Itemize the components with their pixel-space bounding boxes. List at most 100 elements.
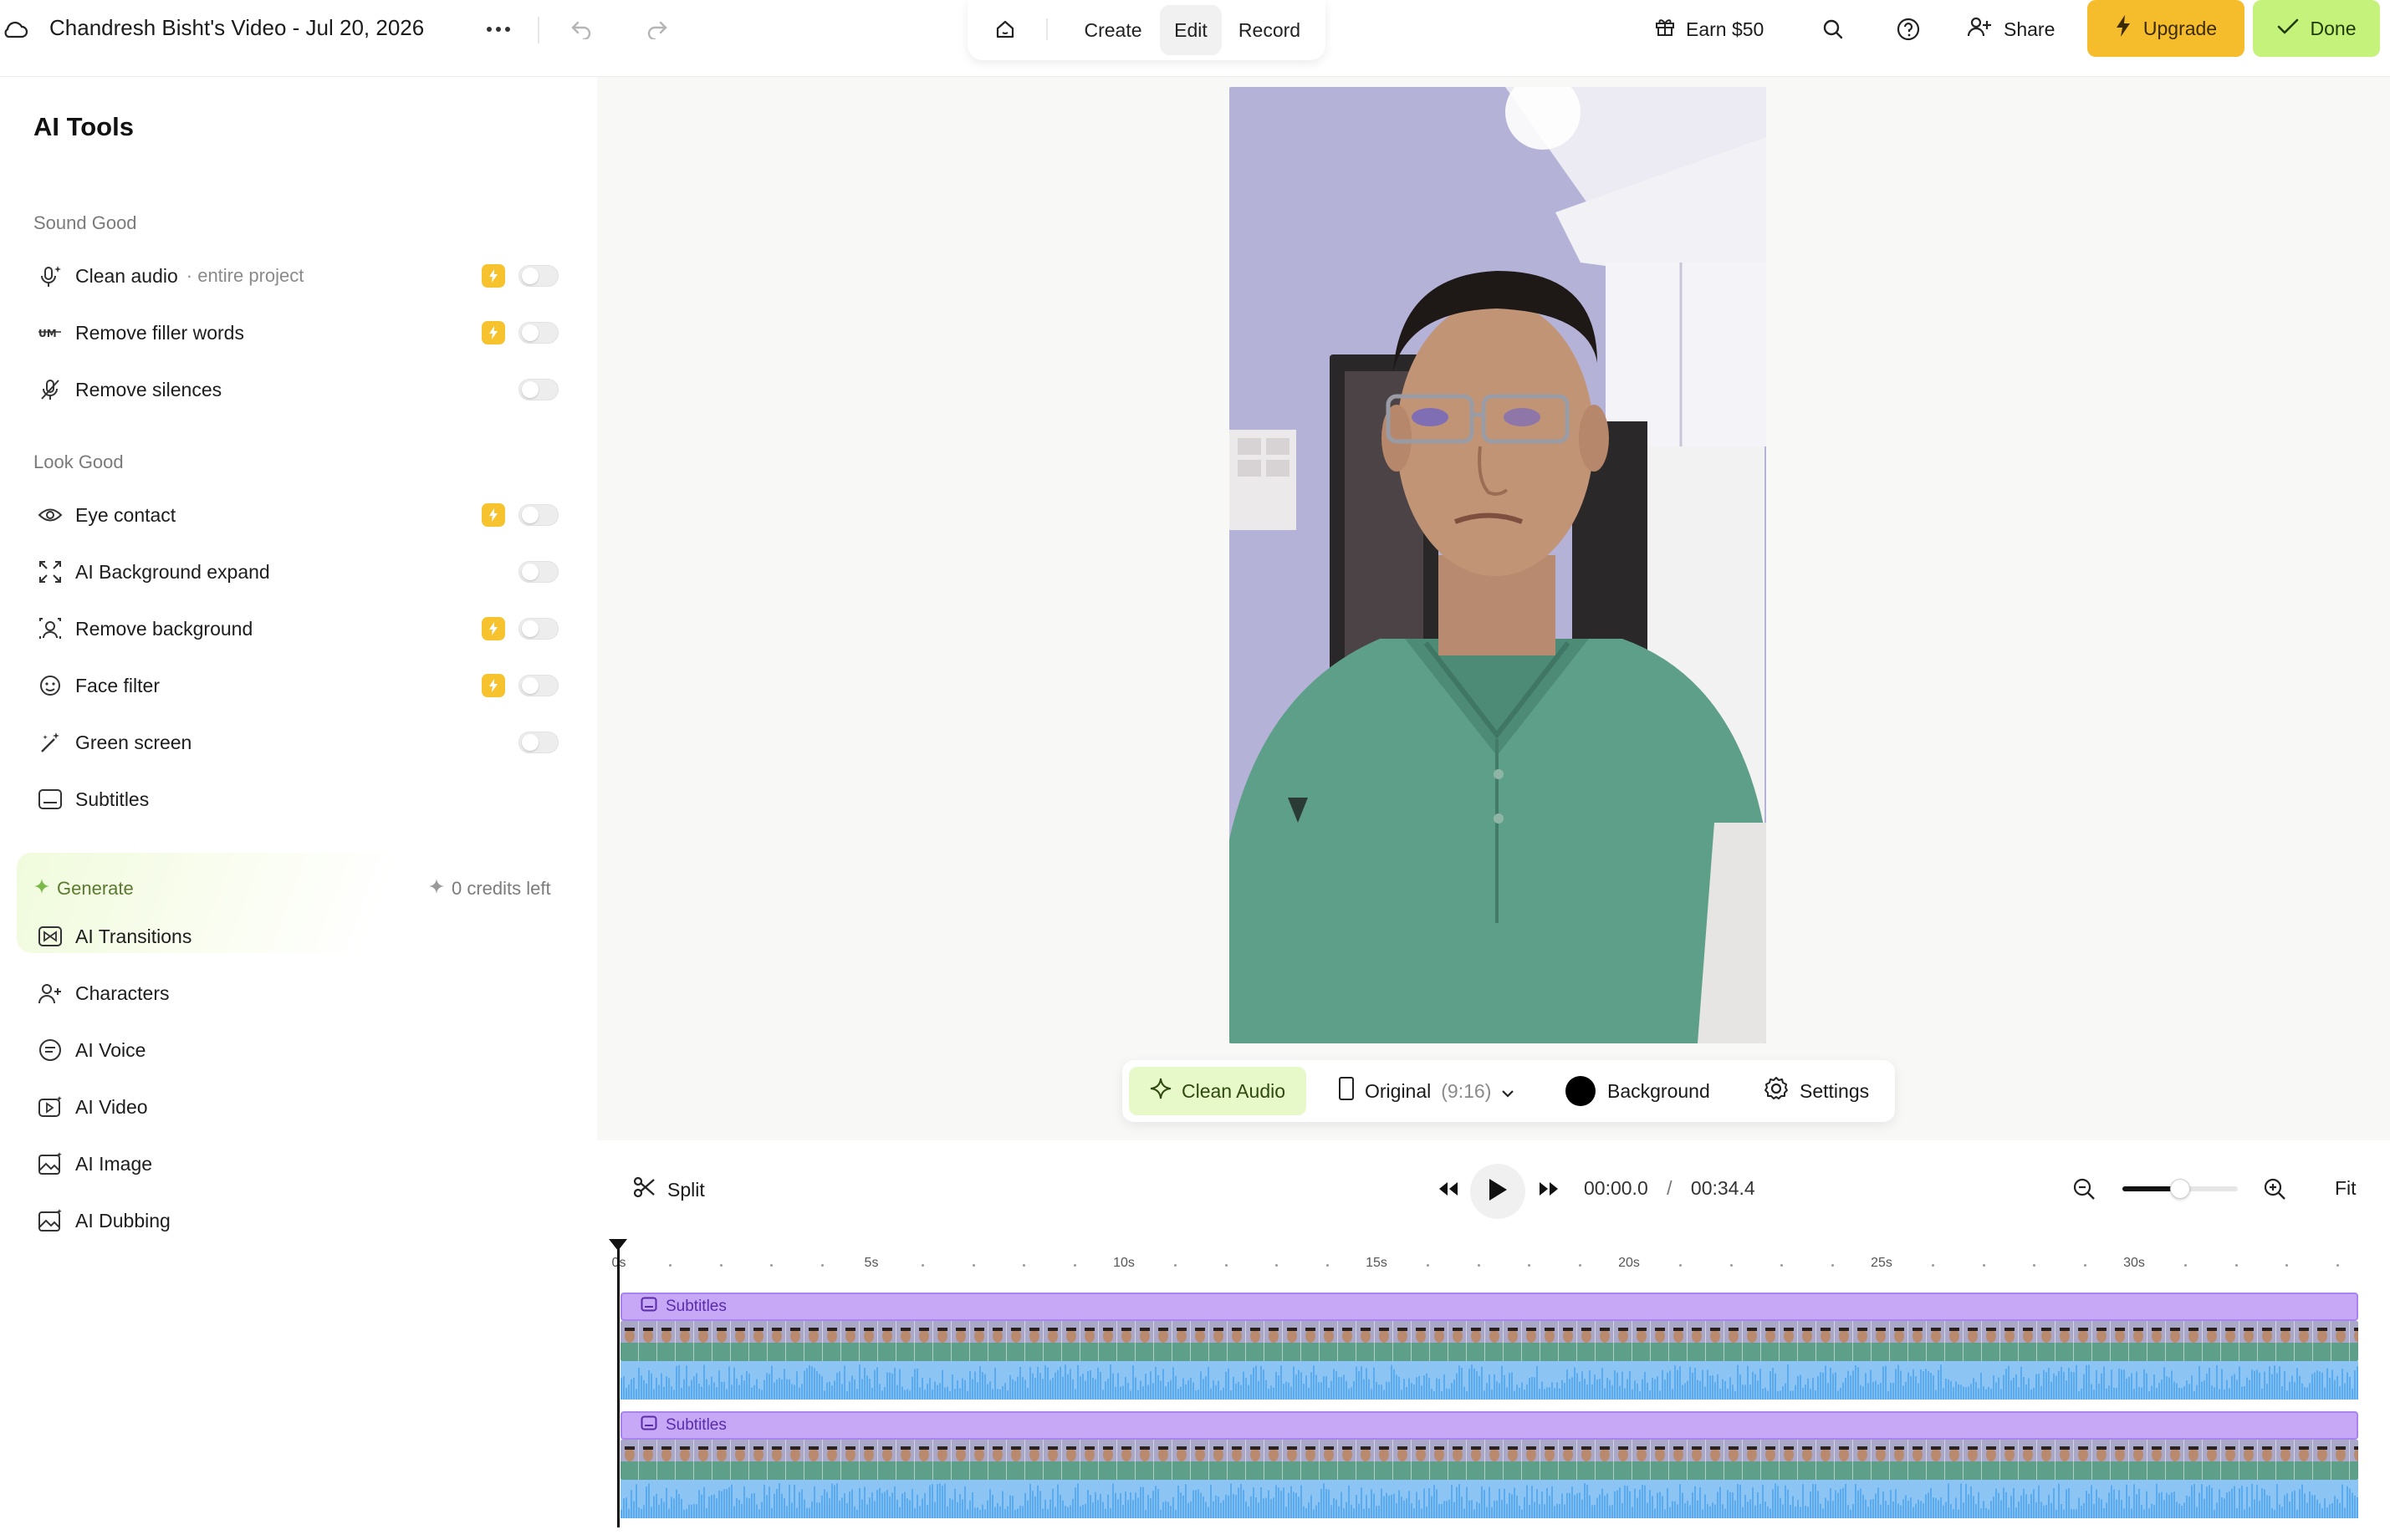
toggle-remove-silences[interactable]: [518, 379, 559, 400]
play-button[interactable]: [1470, 1164, 1525, 1219]
check-icon: [2277, 18, 2299, 40]
zoom-out-icon[interactable]: [2069, 1174, 2099, 1204]
tool-subtitles[interactable]: Subtitles: [33, 776, 564, 823]
undo-icon[interactable]: [564, 13, 598, 45]
share-button[interactable]: Share: [1967, 12, 2055, 47]
upgrade-button[interactable]: Upgrade: [2087, 0, 2244, 57]
tool-green-screen[interactable]: Green screen: [33, 719, 564, 766]
time-separator: /: [1667, 1177, 1672, 1199]
toggle-remove-background[interactable]: [518, 618, 559, 640]
tool-eye-contact[interactable]: Eye contact: [33, 492, 564, 538]
earn-button[interactable]: Earn $50: [1654, 12, 1764, 47]
tool-face-filter[interactable]: Face filter: [33, 662, 564, 709]
subtitle-clip[interactable]: Subtitles: [620, 1411, 2358, 1440]
background-button[interactable]: Background: [1565, 1067, 1710, 1115]
toggle-green-screen[interactable]: [518, 732, 559, 753]
toggle-eye-contact[interactable]: [518, 504, 559, 526]
tool-label: AI Image: [75, 1152, 153, 1175]
done-label: Done: [2310, 17, 2357, 39]
done-button[interactable]: Done: [2253, 0, 2380, 57]
help-icon[interactable]: [1890, 12, 1927, 47]
split-button[interactable]: Split: [632, 1172, 705, 1207]
home-icon[interactable]: [986, 13, 1024, 46]
subtitles-icon: [641, 1297, 657, 1317]
redo-icon[interactable]: [641, 13, 674, 45]
video-clip-filmstrip[interactable]: [620, 1440, 2358, 1480]
timeline-ruler[interactable]: 0s5s10s15s20s25s30s: [612, 1239, 2375, 1289]
tab-record[interactable]: Record: [1225, 5, 1314, 55]
ruler-tick: [1982, 1264, 1985, 1267]
ruler-tick: [972, 1264, 975, 1267]
cloud-sync-icon[interactable]: [0, 17, 30, 42]
audio-waveform[interactable]: [620, 1361, 2358, 1400]
tool-ai-dubbing[interactable]: AI Dubbing: [33, 1197, 564, 1244]
canvas-toolbar: Clean Audio Original (9:16) Background S…: [1122, 1060, 1895, 1122]
rewind-icon[interactable]: [1433, 1174, 1463, 1204]
ruler-label: 10s: [1113, 1256, 1135, 1270]
video-preview[interactable]: [1229, 87, 1766, 1043]
premium-lightning-icon: [482, 264, 505, 288]
ruler-tick: [1023, 1264, 1026, 1267]
mic-sparkle-icon: [33, 259, 67, 293]
phone-portrait-icon: [1338, 1076, 1355, 1106]
ruler-tick: [770, 1264, 774, 1267]
split-label: Split: [667, 1178, 705, 1201]
tab-create[interactable]: Create: [1070, 5, 1157, 55]
fast-forward-icon[interactable]: [1534, 1174, 1564, 1204]
playback-bar: Split 00:00.0 / 00:34.4 Fit: [597, 1140, 2390, 1239]
tool-label: Remove background: [75, 617, 253, 640]
tool-ai-video[interactable]: AI Video: [33, 1084, 564, 1130]
expand-icon: [33, 555, 67, 589]
plus-sparkle-icon: [33, 878, 50, 900]
zoom-slider-handle[interactable]: [2170, 1179, 2190, 1199]
aspect-ratio-dropdown[interactable]: Original (9:16): [1338, 1067, 1514, 1115]
project-title[interactable]: Chandresh Bisht's Video - Jul 20, 2026: [49, 15, 424, 41]
tab-edit[interactable]: Edit: [1160, 5, 1222, 55]
tool-remove-filler-words[interactable]: UM Remove filler words: [33, 309, 564, 356]
gear-icon: [1763, 1075, 1790, 1107]
zoom-slider[interactable]: [2122, 1179, 2238, 1199]
subtitles-icon: [641, 1415, 657, 1435]
section-label-sound-good: Sound Good: [33, 212, 137, 233]
ruler-tick: [1831, 1264, 1834, 1267]
mic-off-icon: [33, 373, 67, 406]
face-filter-icon: [33, 669, 67, 702]
section-label-look-good: Look Good: [33, 451, 124, 472]
tool-characters[interactable]: Characters: [33, 970, 564, 1017]
toggle-ai-background-expand[interactable]: [518, 561, 559, 583]
video-frame-illustration: [1229, 87, 1766, 1043]
subtitles-icon: [33, 783, 67, 816]
video-clip-filmstrip[interactable]: [620, 1321, 2358, 1361]
tool-remove-background[interactable]: Remove background: [33, 605, 564, 652]
tool-ai-image[interactable]: AI Image: [33, 1140, 564, 1187]
subtitle-clip[interactable]: Subtitles: [620, 1293, 2358, 1321]
settings-button[interactable]: Settings: [1763, 1067, 1869, 1115]
ruler-tick: [2083, 1264, 2086, 1267]
tool-remove-silences[interactable]: Remove silences: [33, 366, 564, 413]
tool-ai-voice[interactable]: AI Voice: [33, 1027, 564, 1073]
more-options-icon[interactable]: [483, 15, 513, 43]
playhead-handle[interactable]: [609, 1239, 627, 1251]
timeline[interactable]: 0s5s10s15s20s25s30s Subtitles Subtitles: [597, 1239, 2390, 1540]
timeline-track[interactable]: Subtitles: [620, 1293, 2358, 1400]
tool-ai-transitions[interactable]: AI Transitions: [33, 913, 564, 960]
subtitle-clip-label: Subtitles: [666, 1416, 727, 1434]
search-icon[interactable]: [1815, 12, 1851, 47]
toggle-face-filter[interactable]: [518, 675, 559, 696]
sparkle-icon: [428, 878, 445, 900]
audio-waveform-graphic: [620, 1480, 2358, 1518]
eye-icon: [33, 498, 67, 532]
clean-audio-button[interactable]: Clean Audio: [1129, 1067, 1306, 1115]
zoom-in-icon[interactable]: [2260, 1174, 2290, 1204]
sparkle-icon: [1150, 1078, 1172, 1104]
tool-clean-audio[interactable]: Clean audio · entire project: [33, 252, 564, 299]
audio-waveform[interactable]: [620, 1480, 2358, 1518]
fit-button[interactable]: Fit: [2335, 1177, 2357, 1200]
toggle-remove-filler-words[interactable]: [518, 322, 559, 344]
premium-lightning-icon: [482, 321, 505, 344]
tool-ai-background-expand[interactable]: AI Background expand: [33, 548, 564, 595]
timeline-track[interactable]: Subtitles: [620, 1411, 2358, 1518]
toggle-clean-audio[interactable]: [518, 265, 559, 287]
playhead[interactable]: [617, 1239, 620, 1527]
ruler-label: 5s: [864, 1256, 879, 1270]
